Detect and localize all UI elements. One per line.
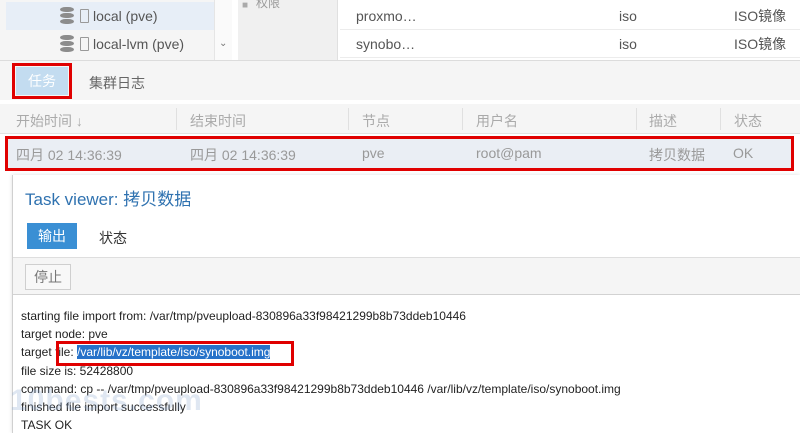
side-menu: ■ 权限 xyxy=(238,0,338,60)
chevron-down-icon[interactable]: ⌄ xyxy=(219,38,227,49)
content-area: local (pve) local-lvm (pve) ⌄ ■ 权限 proxm… xyxy=(0,0,800,60)
log-line: TASK OK xyxy=(21,418,73,433)
stop-button[interactable]: 停止 xyxy=(25,264,71,290)
iso-type: ISO镜像 xyxy=(734,35,787,52)
tree-item-label: local-lvm (pve) xyxy=(93,36,185,52)
column-header-end-time[interactable]: 结束时间 xyxy=(190,111,246,131)
iso-format: iso xyxy=(619,7,637,24)
column-header-status[interactable]: 状态 xyxy=(734,111,762,131)
bottom-tab-bar: 任务 集群日志 xyxy=(0,60,800,100)
tree-item-local-lvm[interactable]: local-lvm (pve) xyxy=(6,30,214,58)
tab-status[interactable]: 状态 xyxy=(99,228,127,248)
iso-name: synobo… xyxy=(356,35,416,52)
lock-icon: ■ xyxy=(242,0,249,11)
column-divider xyxy=(176,108,177,130)
highlight-box-row xyxy=(5,136,794,171)
watermark: 10bests.com xyxy=(10,384,203,417)
iso-format: iso xyxy=(619,35,637,52)
log-line: starting file import from: /var/tmp/pveu… xyxy=(21,309,466,323)
iso-type: ISO镜像 xyxy=(734,7,787,24)
column-header-user[interactable]: 用户名 xyxy=(476,111,518,131)
storage-icon xyxy=(80,37,89,51)
tree-item-local[interactable]: local (pve) xyxy=(6,2,214,30)
column-divider xyxy=(462,108,463,130)
column-divider xyxy=(636,108,637,130)
task-viewer-toolbar: 停止 xyxy=(13,257,800,295)
storage-icon xyxy=(80,9,89,23)
column-divider xyxy=(720,108,721,130)
column-header-start-time[interactable]: 开始时间 ↓ xyxy=(16,111,83,131)
database-icon xyxy=(60,7,74,25)
highlight-box-tab xyxy=(12,63,72,99)
iso-name: proxmo… xyxy=(356,7,417,24)
storage-tree: local (pve) local-lvm (pve) ⌄ xyxy=(0,0,232,60)
column-header-description[interactable]: 描述 xyxy=(649,111,677,131)
highlight-box-file-path xyxy=(56,341,294,366)
tab-output[interactable]: 输出 xyxy=(27,223,77,249)
iso-list-row[interactable]: synobo… iso ISO镜像 xyxy=(340,30,800,58)
task-viewer-title: Task viewer: 拷贝数据 xyxy=(25,190,192,209)
database-icon xyxy=(60,35,74,53)
tree-item-label: local (pve) xyxy=(93,8,158,24)
side-menu-item-permissions[interactable]: 权限 xyxy=(256,0,280,11)
tree-scrollbar[interactable]: ⌄ xyxy=(214,0,232,60)
tasks-table-header: 开始时间 ↓ 结束时间 节点 用户名 描述 状态 xyxy=(0,104,800,134)
tab-cluster-log[interactable]: 集群日志 xyxy=(89,73,145,93)
column-divider xyxy=(348,108,349,130)
iso-list-row[interactable]: proxmo… iso ISO镜像 xyxy=(340,2,800,30)
column-header-node[interactable]: 节点 xyxy=(362,111,390,131)
